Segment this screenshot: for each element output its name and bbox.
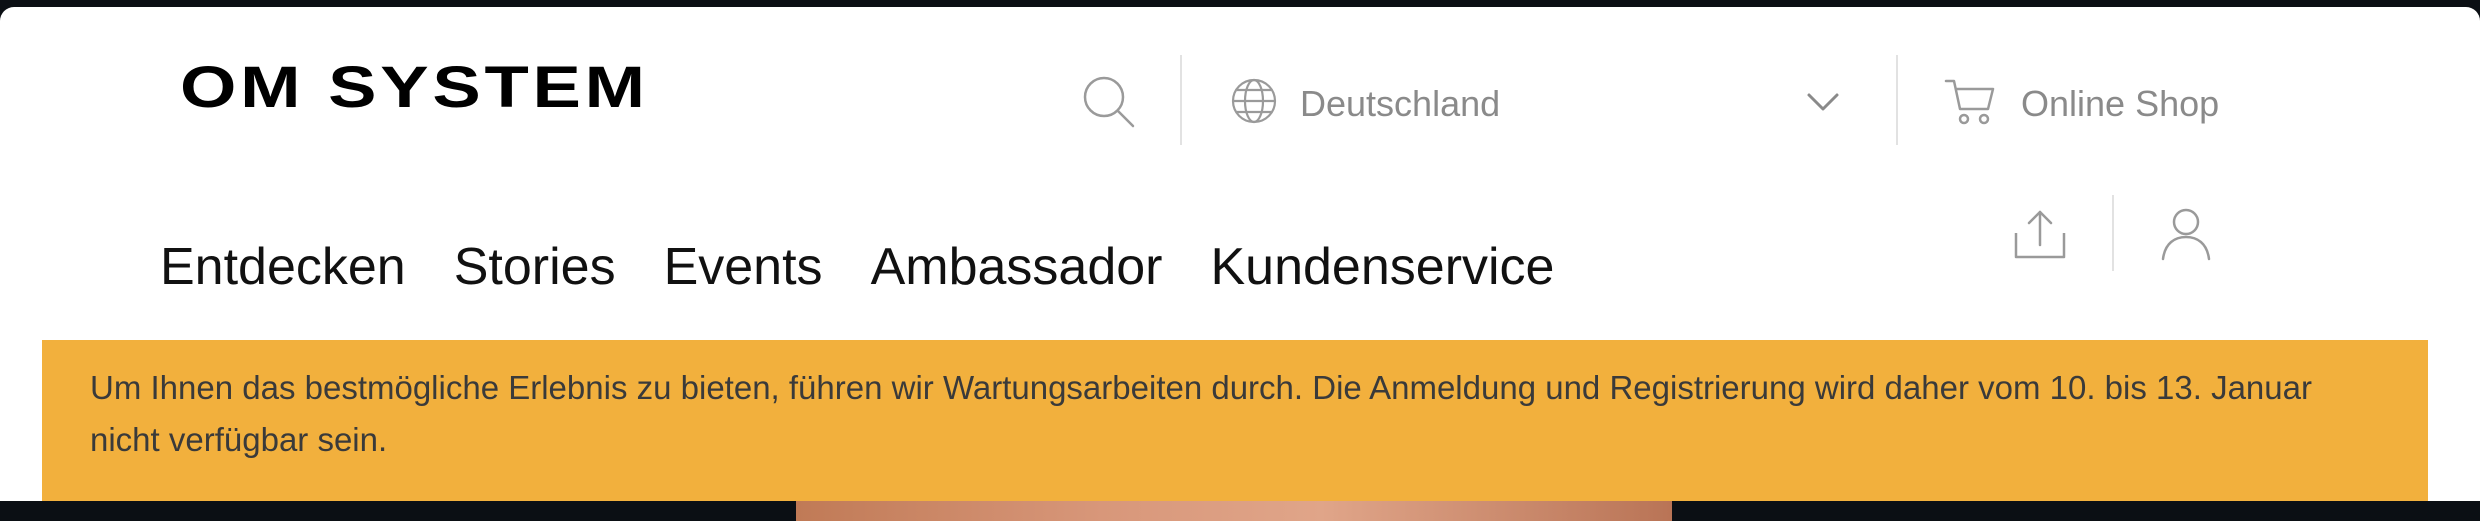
separator [1180,55,1182,145]
user-icon[interactable] [2160,207,2212,261]
nav-item-events[interactable]: Events [664,237,823,297]
globe-icon [1231,78,1277,124]
nav-item-ambassador[interactable]: Ambassador [871,237,1163,297]
cart-icon [1944,79,1995,125]
om-system-logo[interactable]: OM SYSTEM [180,59,649,117]
hero-section [0,501,2480,521]
main-nav: Entdecken Stories Events Ambassador Kund… [160,237,1554,297]
share-icon[interactable] [2014,209,2066,261]
search-icon[interactable] [1082,75,1136,129]
country-label: Deutschland [1300,83,1501,124]
maintenance-banner-text: Um Ihnen das bestmögliche Erlebnis zu bi… [90,369,2312,458]
chevron-down-icon [1807,93,1839,111]
nav-item-kundenservice[interactable]: Kundenservice [1210,237,1554,297]
nav-item-stories[interactable]: Stories [454,237,616,297]
maintenance-banner: Um Ihnen das bestmögliche Erlebnis zu bi… [42,340,2428,501]
online-shop-label: Online Shop [2021,83,2220,124]
separator [1896,55,1898,145]
hero-image [796,501,1672,521]
window-frame [0,0,2480,7]
nav-item-entdecken[interactable]: Entdecken [160,237,406,297]
page: OM SYSTEM Deutschland Online Shop Entdec… [0,7,2480,501]
separator [2112,195,2114,271]
